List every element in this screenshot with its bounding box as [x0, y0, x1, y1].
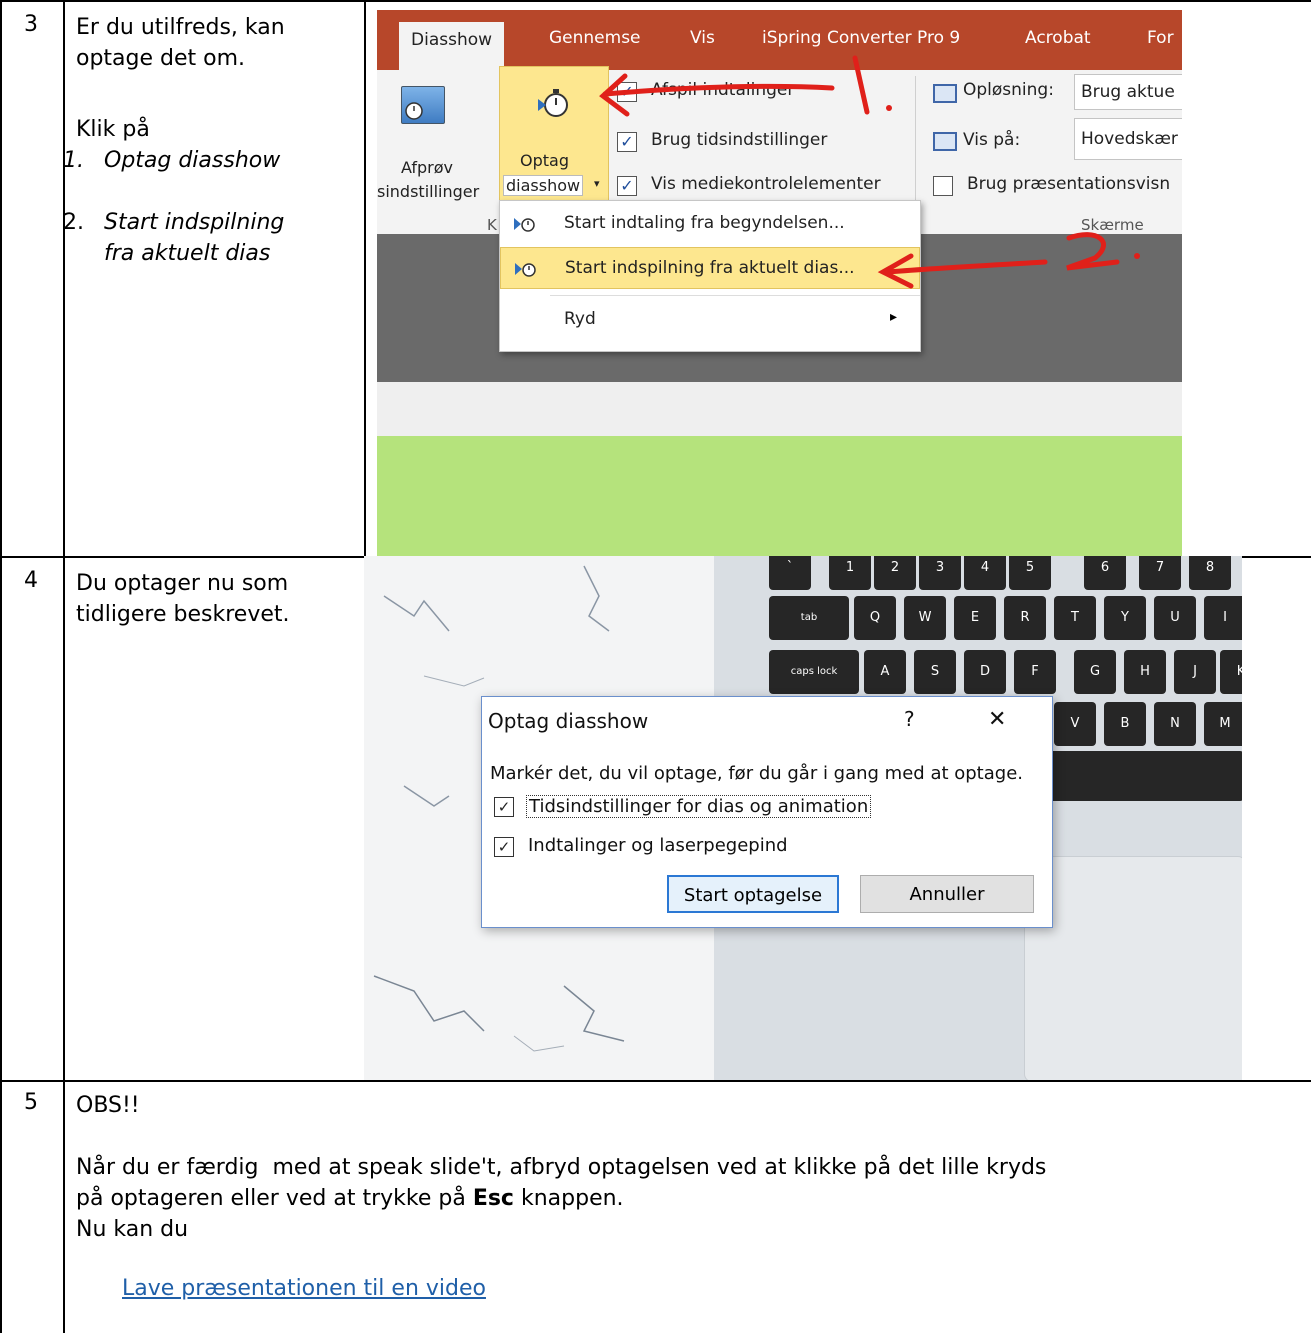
help-icon[interactable]: ?: [904, 707, 915, 731]
keyboard-key: 8: [1189, 556, 1231, 590]
row-number-4: 4: [24, 568, 38, 593]
keyboard-key: H: [1124, 650, 1166, 694]
keyboard-key: 7: [1139, 556, 1181, 590]
row-number-5: 5: [24, 1090, 38, 1115]
keyboard-key: J: [1174, 650, 1216, 694]
row4-text-line1: Du optager nu som: [76, 571, 289, 596]
keyboard-key: `: [769, 556, 811, 590]
label-narrations-laser: Indtalinger og laserpegepind: [528, 835, 788, 856]
keyboard-key: 6: [1084, 556, 1126, 590]
checkbox-narrations-laser[interactable]: ✓: [494, 837, 514, 857]
laptop-trackpad: [1024, 856, 1242, 1080]
keyboard-key: F: [1014, 650, 1056, 694]
close-icon[interactable]: ✕: [988, 707, 1006, 732]
row3-step1-marker: 1.: [63, 148, 84, 173]
column-divider-number: [63, 0, 65, 1333]
keyboard-key: U: [1154, 596, 1196, 640]
row5-heading: OBS!!: [76, 1093, 140, 1118]
row3-text-line2: optage det om.: [76, 46, 246, 71]
row5-paragraph-line1: Når du er færdig med at speak slide't, a…: [76, 1155, 1047, 1180]
keyboard-key: D: [964, 650, 1006, 694]
keyboard-key: B: [1104, 702, 1146, 746]
row3-step2-text-cont: fra aktuelt dias: [104, 241, 271, 266]
keyboard-key: 4: [964, 556, 1006, 590]
row3-text-line1: Er du utilfreds, kan: [76, 15, 285, 40]
keyboard-key: E: [954, 596, 996, 640]
row-number-3: 3: [24, 12, 38, 37]
row3-step2-text: Start indspilning: [104, 210, 285, 235]
table-border-left: [0, 0, 2, 1333]
table-border-top: [0, 0, 1311, 2]
keyboard-key: I: [1204, 596, 1242, 640]
keyboard-key: caps lock: [769, 650, 859, 694]
keyboard-key: V: [1054, 702, 1096, 746]
make-video-link[interactable]: Lave præsentationen til en video: [122, 1276, 486, 1301]
column-divider-image-row3: [364, 0, 366, 556]
keyboard-key: Y: [1104, 596, 1146, 640]
cancel-button[interactable]: Annuller: [860, 875, 1034, 913]
keyboard-key: W: [904, 596, 946, 640]
row3-text-line3: Klik på: [76, 117, 150, 142]
keyboard-key: 3: [919, 556, 961, 590]
keyboard-key: K: [1220, 650, 1242, 694]
dialog-title: Optag diasshow: [488, 709, 649, 733]
row4-text-line2: tidligere beskrevet.: [76, 602, 290, 627]
row3-step1-text: Optag diasshow: [104, 148, 281, 173]
keyboard-key: Q: [854, 596, 896, 640]
label-timings-animation: Tidsindstillinger for dias og animation: [526, 795, 872, 818]
keyboard-key: 2: [874, 556, 916, 590]
keyboard-key: A: [864, 650, 906, 694]
esc-key-label: Esc: [472, 1186, 514, 1211]
keyboard-key: M: [1204, 702, 1242, 746]
start-recording-button[interactable]: Start optagelse: [667, 875, 839, 913]
row3-step2-marker: 2.: [63, 210, 84, 235]
ribbon-screenshot: Diasshow Gennemse Vis iSpring Converter …: [377, 10, 1182, 556]
keyboard-key: S: [914, 650, 956, 694]
red-annotation-arrows: [599, 55, 1140, 289]
keyboard-key: R: [1004, 596, 1046, 640]
keyboard-key: N: [1154, 702, 1196, 746]
keyboard-key: tab: [769, 596, 849, 640]
keyboard-key: G: [1074, 650, 1116, 694]
row5-paragraph-line2: på optageren eller ved at trykke på Esc …: [76, 1183, 624, 1214]
record-slideshow-dialog: Optag diasshow ? ✕ Markér det, du vil op…: [481, 696, 1053, 928]
keyboard-key: 1: [829, 556, 871, 590]
keyboard-key: T: [1054, 596, 1096, 640]
dialog-instruction: Markér det, du vil optage, før du går i …: [490, 763, 1023, 784]
row5-paragraph-line3: Nu kan du: [76, 1217, 189, 1242]
row-divider-4-5: [0, 1080, 1311, 1082]
dialog-titlebar: Optag diasshow ? ✕: [482, 697, 1052, 743]
keyboard-key: 5: [1009, 556, 1051, 590]
record-dialog-screenshot: ` 1 2 3 4 5 6 7 8 tab Q W E R T Y U I ca…: [364, 556, 1242, 1080]
row5-text-a: på optageren eller ved at trykke på: [76, 1186, 473, 1211]
checkbox-timings-animation[interactable]: ✓: [494, 797, 514, 817]
row5-text-b: knappen.: [513, 1186, 624, 1211]
